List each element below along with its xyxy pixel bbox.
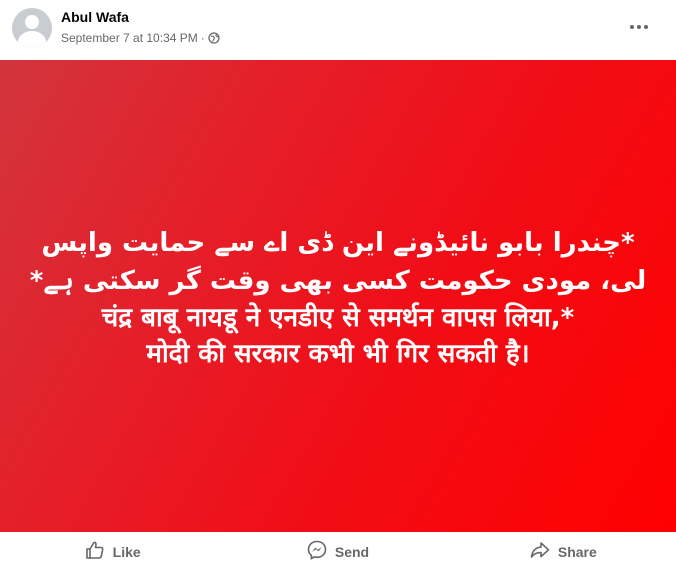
urdu-line-1: *چندرا بابو نائیڈونے این ڈی اے سے حمایت … bbox=[41, 228, 635, 258]
post-meta: September 7 at 10:34 PM · bbox=[61, 31, 220, 45]
more-dot-icon bbox=[630, 25, 634, 29]
post-header: Abul Wafa September 7 at 10:34 PM · bbox=[0, 0, 676, 60]
avatar[interactable] bbox=[12, 8, 52, 48]
send-button[interactable]: Send bbox=[225, 540, 450, 563]
avatar-body-shape bbox=[18, 31, 46, 48]
more-options-button[interactable] bbox=[621, 14, 657, 40]
messenger-icon bbox=[307, 540, 327, 563]
share-button[interactable]: Share bbox=[451, 540, 676, 563]
avatar-head-shape bbox=[25, 15, 39, 29]
hindi-line-1: चंद्र बाबू नायडू ने एनडीए से समर्थन वापस… bbox=[101, 303, 575, 333]
post-image[interactable]: *چندرا بابو نائیڈونے این ڈی اے سے حمایت … bbox=[0, 60, 676, 532]
image-text: *چندرا بابو نائیڈونے این ڈی اے سے حمایت … bbox=[20, 224, 656, 372]
post-timestamp[interactable]: September 7 at 10:34 PM bbox=[61, 31, 198, 45]
share-label: Share bbox=[557, 543, 597, 560]
send-label: Send bbox=[334, 543, 370, 560]
like-label: Like bbox=[112, 543, 141, 560]
more-dot-icon bbox=[644, 25, 648, 29]
thumbs-up-icon bbox=[85, 540, 105, 563]
author-name[interactable]: Abul Wafa bbox=[61, 9, 129, 25]
share-arrow-icon bbox=[530, 540, 550, 563]
more-dot-icon bbox=[637, 25, 641, 29]
urdu-line-2: لی، مودی حکومت کسی بھی وقت گر سکتی ہے* bbox=[29, 266, 647, 296]
facebook-post: Abul Wafa September 7 at 10:34 PM · *چند… bbox=[0, 0, 676, 571]
post-actions: Like Send Share bbox=[0, 532, 676, 571]
like-button[interactable]: Like bbox=[0, 540, 225, 563]
meta-separator: · bbox=[200, 31, 205, 45]
globe-icon[interactable] bbox=[208, 32, 220, 44]
hindi-line-2: मोदी की सरकार कभी भी गिर सकती है। bbox=[146, 339, 530, 369]
